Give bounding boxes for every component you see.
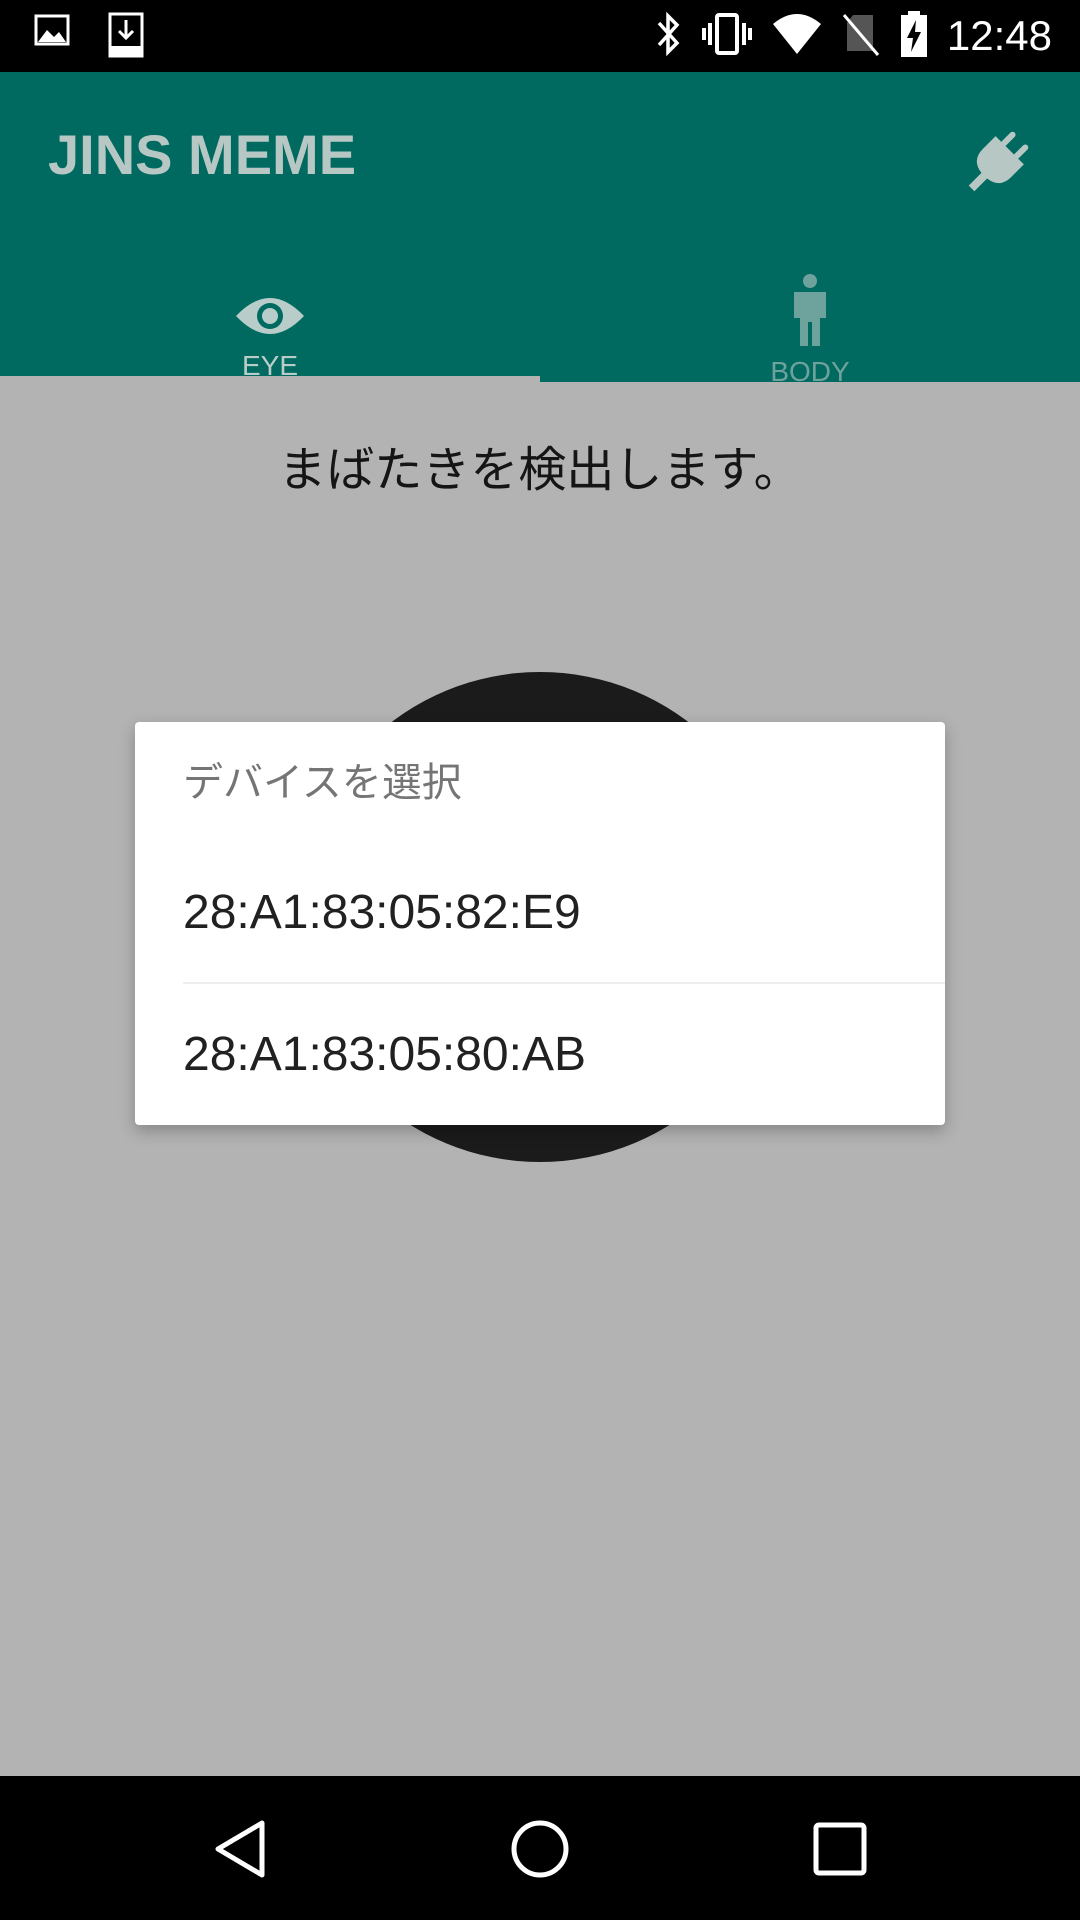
recents-icon [812, 1821, 868, 1881]
app-title: JINS MEME [48, 123, 357, 186]
connect-button[interactable] [952, 110, 1042, 220]
tab-bar: EYE BODY [0, 252, 1080, 387]
plug-icon [957, 123, 1037, 207]
back-icon [212, 1819, 268, 1883]
tab-body[interactable]: BODY [540, 252, 1080, 387]
home-icon [509, 1818, 571, 1884]
wifi-icon [771, 12, 823, 60]
home-button[interactable] [500, 1816, 580, 1886]
status-right-icons: 12:48 [653, 10, 1052, 62]
download-icon [108, 12, 144, 62]
no-sim-icon [841, 11, 881, 61]
description-text: まばたきを検出します。 [278, 442, 802, 498]
eye-icon [234, 274, 306, 340]
status-time: 12:48 [946, 12, 1052, 59]
device-list-item[interactable]: 28:A1:83:05:80:AB [183, 984, 945, 1124]
back-button[interactable] [200, 1816, 280, 1886]
dialog-title: デバイスを選択 [183, 760, 462, 806]
app-bar: JINS MEME EYE BODY [0, 72, 1080, 387]
bluetooth-icon [653, 11, 683, 61]
status-bar: 12:48 [0, 0, 1080, 72]
status-left-icons [34, 12, 144, 62]
tab-eye[interactable]: EYE [0, 252, 540, 382]
recents-button[interactable] [800, 1816, 880, 1886]
device-list-item[interactable]: 28:A1:83:05:82:E9 [183, 842, 945, 984]
person-icon [788, 274, 832, 346]
device-select-dialog: デバイスを選択 28:A1:83:05:82:E9 28:A1:83:05:80… [135, 722, 945, 1125]
vibrate-icon [701, 11, 753, 61]
nav-bar [0, 1776, 1080, 1920]
image-icon [34, 12, 70, 62]
battery-charging-icon [899, 10, 929, 62]
